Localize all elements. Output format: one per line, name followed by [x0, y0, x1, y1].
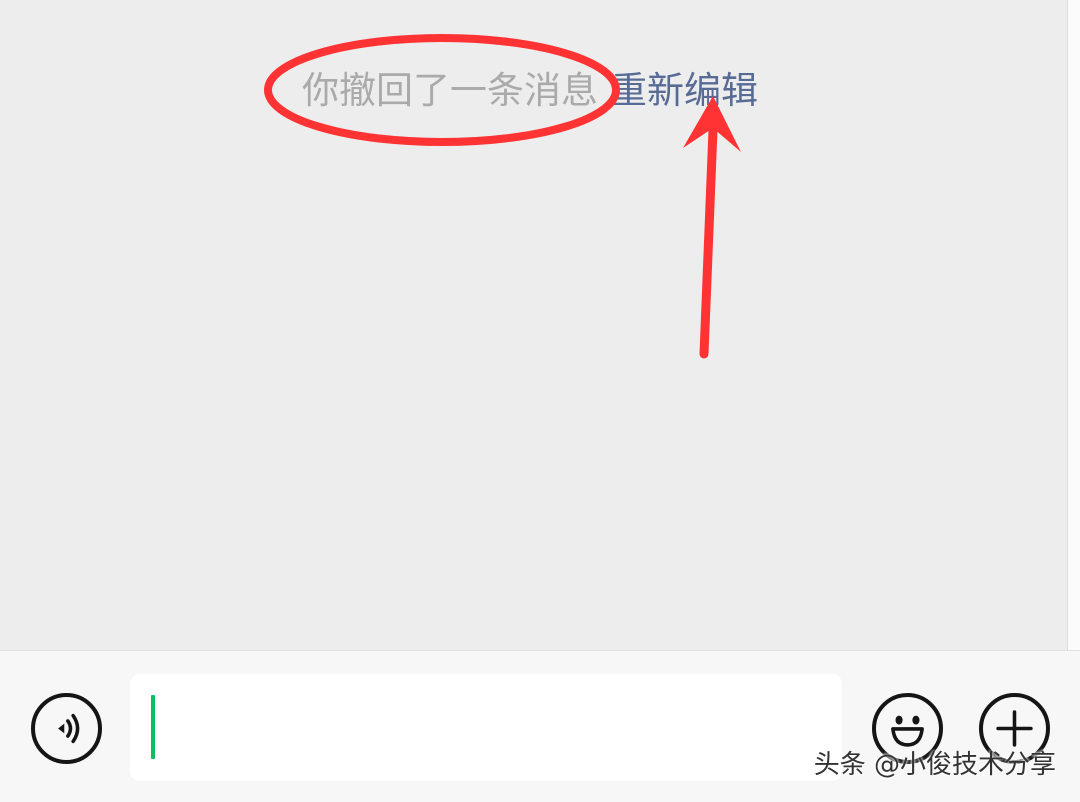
watermark: 头条 @小俊技术分享 [813, 750, 1056, 780]
text-caret [151, 695, 155, 759]
voice-wave-icon [58, 713, 80, 744]
message-input[interactable] [130, 674, 842, 781]
voice-button[interactable] [31, 693, 102, 764]
chat-screen: 你撤回了一条消息 重新编辑 头条 @小俊技术分享 [0, 0, 1080, 802]
recalled-notice-text: 你撤回了一条消息 [302, 69, 598, 112]
scroll-edge [1067, 0, 1080, 650]
chat-message-area: 你撤回了一条消息 重新编辑 [0, 0, 1068, 650]
input-toolbar: 头条 @小俊技术分享 [0, 650, 1080, 802]
recall-system-message: 你撤回了一条消息 重新编辑 [302, 64, 758, 118]
reedit-link[interactable]: 重新编辑 [610, 69, 758, 112]
